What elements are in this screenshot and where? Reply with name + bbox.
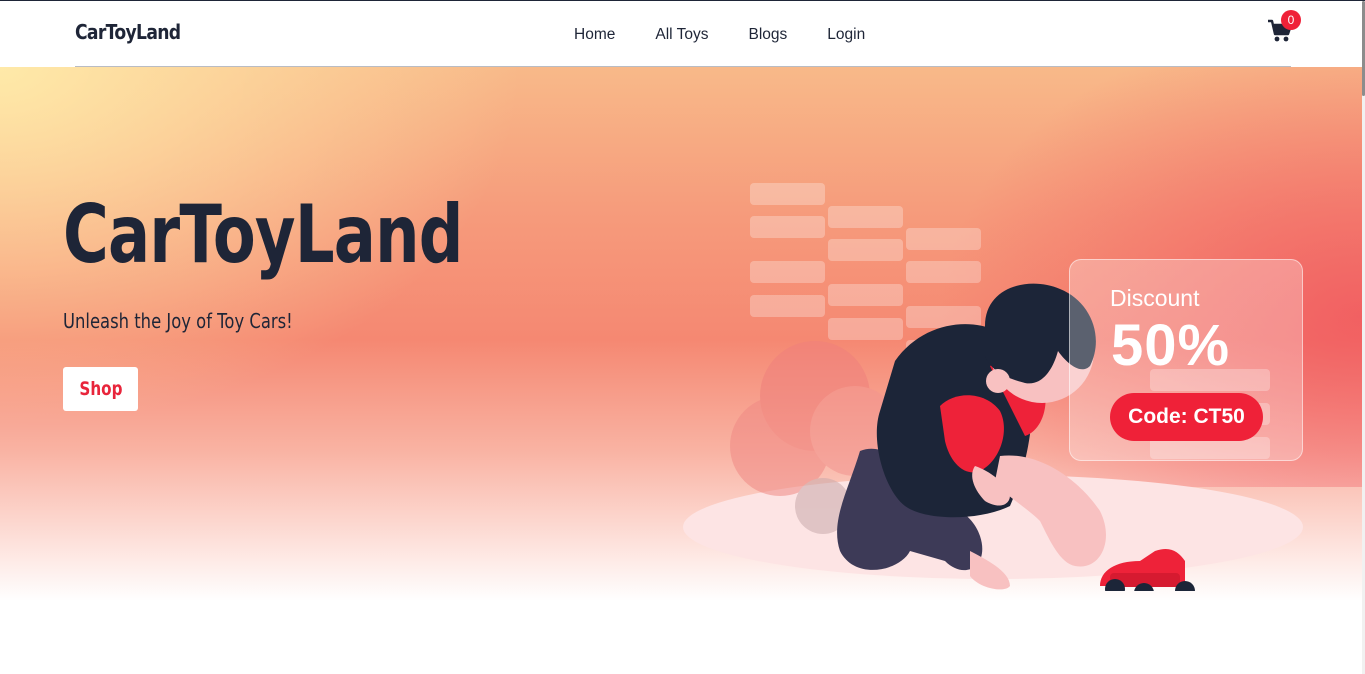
nav-link-home[interactable]: Home (574, 26, 615, 44)
navbar: CarToyLand Home All Toys Blogs Login 0 (0, 1, 1365, 67)
hero-title: CarToyLand (63, 188, 463, 281)
brand-logo[interactable]: CarToyLand (75, 20, 181, 44)
discount-value: 50% (1111, 313, 1231, 378)
nav-links: Home All Toys Blogs Login (574, 26, 905, 44)
shop-button[interactable]: Shop (63, 367, 138, 411)
nav-link-login[interactable]: Login (827, 26, 865, 44)
discount-label: Discount (1110, 285, 1200, 311)
promo-code-badge: Code: CT50 (1110, 393, 1263, 441)
nav-link-blogs[interactable]: Blogs (748, 26, 787, 44)
hero-subtitle: Unleash the Joy of Toy Cars! (63, 309, 293, 333)
shop-button-label: Shop (78, 378, 123, 400)
cart-count-badge: 0 (1281, 10, 1301, 30)
discount-card: Discount 50% Code: CT50 (1069, 259, 1303, 461)
nav-link-all-toys[interactable]: All Toys (655, 26, 708, 44)
